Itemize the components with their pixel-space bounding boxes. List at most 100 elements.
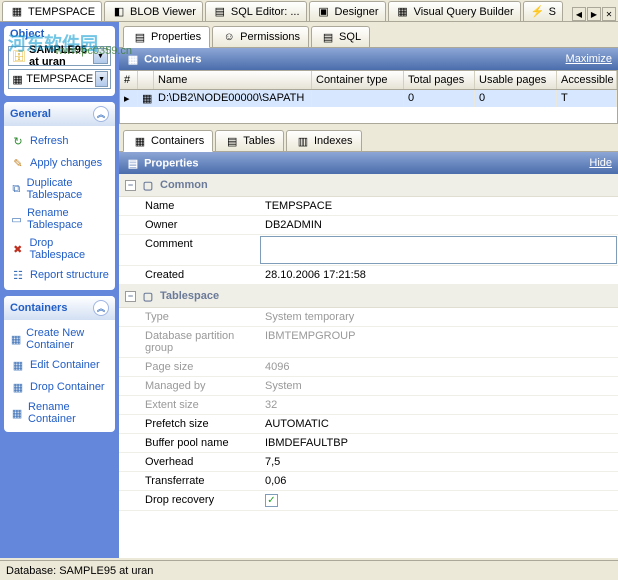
vqb-icon: ▦ (395, 4, 411, 20)
inner-tabs: ▦Containers ▤Tables ▥Indexes (119, 124, 618, 152)
sql-icon: ▤ (320, 29, 336, 45)
watermark-url: www.pc0359.cn (55, 45, 132, 57)
prop-comment[interactable]: Comment (119, 235, 618, 266)
collapse-box-icon[interactable]: − (125, 291, 136, 302)
action-report[interactable]: ☷Report structure (8, 264, 111, 286)
containers-section-header: ▦ Containers Maximize (119, 48, 618, 70)
object-panel: Object 🗄 SAMPLE95 at uran ▼ ▦ TEMPSPACE … (4, 26, 115, 96)
prop-transferrate: Transferrate0,06 (119, 472, 618, 491)
drop-icon: ✖ (10, 241, 25, 257)
tab-blob-viewer[interactable]: ◧BLOB Viewer (104, 1, 203, 21)
checkbox-droprecovery[interactable] (265, 494, 278, 507)
tablespace-icon: ▦ (9, 4, 25, 20)
tab-permissions[interactable]: ☺Permissions (212, 26, 309, 47)
col-total[interactable]: Total pages (404, 71, 475, 89)
collapse-icon[interactable]: ︽ (93, 106, 109, 122)
action-rename[interactable]: ▭Rename Tablespace (8, 204, 111, 234)
general-panel: General ︽ ↻Refresh ✎Apply changes ⧉Dupli… (4, 102, 115, 290)
tab-s[interactable]: ⚡S (523, 1, 563, 21)
group-icon: ▢ (140, 288, 156, 304)
object-label: Object (4, 26, 115, 42)
properties-list: − ▢ Common NameTEMPSPACE OwnerDB2ADMIN C… (119, 174, 618, 558)
general-header[interactable]: General ︽ (4, 102, 115, 126)
action-refresh[interactable]: ↻Refresh (8, 130, 111, 152)
prop-pagesize: Page size4096 (119, 358, 618, 377)
sql-icon: ▤ (212, 4, 228, 20)
tab-sql[interactable]: ▤SQL (311, 26, 370, 47)
top-tab-bar: ▦TEMPSPACE ◧BLOB Viewer ▤SQL Editor: ...… (0, 0, 618, 22)
prop-managedby: Managed bySystem (119, 377, 618, 396)
containers-grid: # Name Container type Total pages Usable… (119, 70, 618, 124)
perms-icon: ☺ (221, 29, 237, 45)
drop-container-icon: ▦ (10, 379, 26, 395)
hide-link[interactable]: Hide (589, 157, 612, 169)
col-usable[interactable]: Usable pages (475, 71, 557, 89)
containers-header[interactable]: Containers ︽ (4, 296, 115, 320)
tab-scroll-right[interactable]: ▶ (587, 7, 601, 21)
col-num[interactable]: # (120, 71, 138, 89)
status-text: Database: SAMPLE95 at uran (6, 565, 153, 577)
tab-indexes-inner[interactable]: ▥Indexes (286, 130, 362, 151)
col-name[interactable]: Name (154, 71, 312, 89)
collapse-icon[interactable]: ︽ (93, 300, 109, 316)
containers-actions: ▦Create New Container ▦Edit Container ▦D… (8, 324, 111, 428)
tables-icon: ▤ (224, 133, 240, 149)
prop-dbpg: Database partition groupIBMTEMPGROUP (119, 327, 618, 358)
action-apply[interactable]: ✎Apply changes (8, 152, 111, 174)
tab-tables-inner[interactable]: ▤Tables (215, 130, 284, 151)
action-drop[interactable]: ✖Drop Tablespace (8, 234, 111, 264)
tab-tempspace[interactable]: ▦TEMPSPACE (2, 1, 102, 21)
tab-nav: ◀ ▶ ✕ (571, 7, 616, 21)
tab-designer[interactable]: ▣Designer (309, 1, 386, 21)
content-area: ▤Properties ☺Permissions ▤SQL ▦ Containe… (119, 22, 618, 558)
tab-close[interactable]: ✕ (602, 7, 616, 21)
group-tablespace[interactable]: − ▢ Tablespace (119, 285, 618, 308)
create-icon: ▦ (10, 331, 22, 347)
action-drop-container[interactable]: ▦Drop Container (8, 376, 111, 398)
prop-bufferpool: Buffer pool nameIBMDEFAULTBP (119, 434, 618, 453)
lightning-icon: ⚡ (530, 4, 546, 20)
props-icon: ▤ (125, 155, 141, 171)
prop-droprecovery[interactable]: Drop recovery (119, 491, 618, 511)
table-row[interactable]: ▸ ▦ D:\DB2\NODE00000\SAPATH 0 0 T (120, 90, 617, 107)
tab-properties[interactable]: ▤Properties (123, 26, 210, 48)
col-icon[interactable] (138, 71, 154, 89)
action-duplicate[interactable]: ⧉Duplicate Tablespace (8, 174, 111, 204)
general-actions: ↻Refresh ✎Apply changes ⧉Duplicate Table… (8, 130, 111, 286)
property-tabs: ▤Properties ☺Permissions ▤SQL (119, 22, 618, 48)
rename-container-icon: ▦ (10, 405, 24, 421)
indexes-icon: ▥ (295, 133, 311, 149)
prop-extent: Extent size32 (119, 396, 618, 415)
prop-overhead: Overhead7,5 (119, 453, 618, 472)
apply-icon: ✎ (10, 155, 26, 171)
tab-visual-query[interactable]: ▦Visual Query Builder (388, 1, 521, 21)
object-dropdown[interactable]: ▦ TEMPSPACE ▼ (8, 69, 111, 89)
designer-icon: ▣ (316, 4, 332, 20)
sidebar: Object 🗄 SAMPLE95 at uran ▼ ▦ TEMPSPACE … (0, 22, 119, 558)
maximize-link[interactable]: Maximize (566, 53, 612, 65)
action-rename-container[interactable]: ▦Rename Container (8, 398, 111, 428)
action-edit-container[interactable]: ▦Edit Container (8, 354, 111, 376)
tab-sql-editor[interactable]: ▤SQL Editor: ... (205, 1, 307, 21)
duplicate-icon: ⧉ (10, 181, 23, 197)
grid-header: # Name Container type Total pages Usable… (120, 71, 617, 90)
props-icon: ▤ (132, 29, 148, 45)
tablespace-icon: ▦ (11, 71, 24, 87)
collapse-box-icon[interactable]: − (125, 180, 136, 191)
prop-prefetch: Prefetch sizeAUTOMATIC (119, 415, 618, 434)
action-create-container[interactable]: ▦Create New Container (8, 324, 111, 354)
containers-panel: Containers ︽ ▦Create New Container ▦Edit… (4, 296, 115, 432)
col-type[interactable]: Container type (312, 71, 404, 89)
edit-icon: ▦ (10, 357, 26, 373)
col-acc[interactable]: Accessible (557, 71, 617, 89)
tab-containers-inner[interactable]: ▦Containers (123, 130, 213, 152)
report-icon: ☷ (10, 267, 26, 283)
refresh-icon: ↻ (10, 133, 26, 149)
group-icon: ▢ (140, 177, 156, 193)
tab-scroll-left[interactable]: ◀ (572, 7, 586, 21)
containers-icon: ▦ (132, 133, 148, 149)
chevron-down-icon[interactable]: ▼ (95, 71, 108, 87)
prop-type: TypeSystem temporary (119, 308, 618, 327)
group-common[interactable]: − ▢ Common (119, 174, 618, 197)
prop-owner: OwnerDB2ADMIN (119, 216, 618, 235)
